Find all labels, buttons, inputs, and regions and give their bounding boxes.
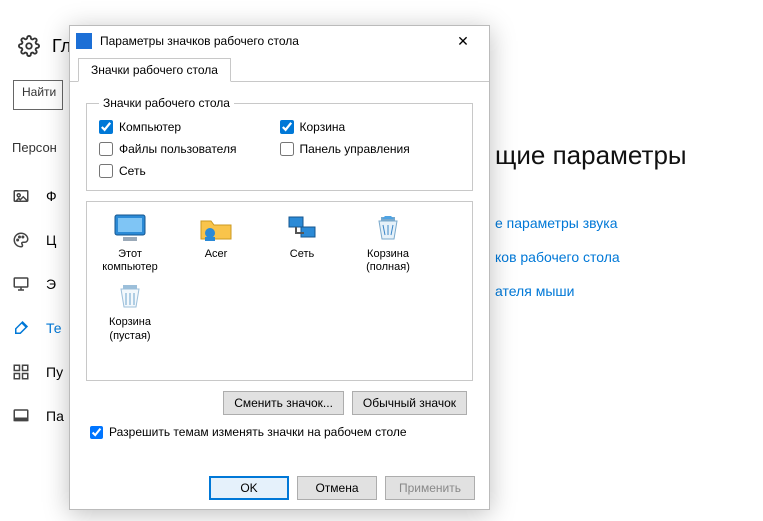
computer-icon	[112, 212, 148, 244]
recycle-full-icon	[370, 212, 406, 244]
checkbox-network-input[interactable]	[99, 164, 113, 178]
checkbox-computer-input[interactable]	[99, 120, 113, 134]
checkbox-label: Корзина	[300, 120, 346, 134]
icon-button-row: Сменить значок... Обычный значок	[86, 391, 473, 415]
cancel-button[interactable]: Отмена	[297, 476, 377, 500]
icon-label: Корзина (полная)	[353, 248, 423, 274]
dialog-icon	[76, 33, 92, 49]
sidebar-item-colors[interactable]: Ц	[12, 229, 64, 251]
sidebar-item-label: Ц	[46, 232, 56, 248]
recycle-empty-icon	[112, 280, 148, 312]
related-heading: щие параметры	[495, 140, 687, 171]
icon-label: Корзина (пустая)	[95, 316, 165, 342]
icon-label: Сеть	[290, 248, 314, 261]
icon-label: Этот компьютер	[95, 248, 165, 274]
related-link-mouse-pointer[interactable]: ателя мыши	[495, 283, 620, 299]
close-icon: ✕	[457, 33, 469, 50]
checkbox-label: Панель управления	[300, 142, 410, 156]
ok-button[interactable]: OK	[209, 476, 289, 500]
allow-themes-label: Разрешить темам изменять значки на рабоч…	[109, 425, 407, 439]
close-button[interactable]: ✕	[443, 27, 483, 55]
checkbox-cpanel-input[interactable]	[280, 142, 294, 156]
sidebar-item-label: Э	[46, 276, 56, 292]
sidebar-item-label: Пу	[46, 364, 63, 380]
sidebar-item-label: Те	[46, 320, 62, 336]
checkbox-label: Компьютер	[119, 120, 181, 134]
related-link-desktop-icons[interactable]: ков рабочего стола	[495, 249, 620, 265]
checkbox-label: Файлы пользователя	[119, 142, 236, 156]
related-links: е параметры звука ков рабочего стола ате…	[495, 215, 620, 299]
sidebar-item-label: Пa	[46, 408, 64, 424]
monitor-icon	[12, 275, 30, 293]
checkbox-computer[interactable]: Компьютер	[99, 120, 280, 134]
icon-acer[interactable]: Acer	[181, 212, 251, 274]
sidebar: Ф Ц Э Те Пу Пa	[12, 185, 64, 427]
gear-icon	[18, 35, 40, 57]
settings-header: Гл	[18, 35, 71, 57]
icon-this-pc[interactable]: Этот компьютер	[95, 212, 165, 274]
settings-search[interactable]: Найти	[13, 80, 63, 110]
checkbox-network[interactable]: Сеть	[99, 164, 280, 178]
dialog-footer: OK Отмена Применить	[70, 467, 489, 509]
sidebar-section-title: Персон	[12, 140, 57, 155]
icon-preview-box: Этот компьютер Acer Сеть Корзина (полная…	[86, 201, 473, 381]
sidebar-item-themes[interactable]: Те	[12, 317, 64, 339]
desktop-icons-group: Значки рабочего стола Компьютер Корзина …	[86, 96, 473, 191]
checkbox-recycle-bin[interactable]: Корзина	[280, 120, 461, 134]
icon-recycle-full[interactable]: Корзина (полная)	[353, 212, 423, 274]
checkbox-userfiles-input[interactable]	[99, 142, 113, 156]
default-icon-button[interactable]: Обычный значок	[352, 391, 467, 415]
brush-icon	[12, 319, 30, 337]
dialog-body: Значки рабочего стола Компьютер Корзина …	[70, 82, 489, 467]
checkbox-control-panel[interactable]: Панель управления	[280, 142, 461, 156]
sidebar-item-taskbar[interactable]: Пa	[12, 405, 64, 427]
checkbox-label: Сеть	[119, 164, 146, 178]
palette-icon	[12, 231, 30, 249]
tab-desktop-icons[interactable]: Значки рабочего стола	[78, 58, 231, 82]
network-icon	[284, 212, 320, 244]
icon-recycle-empty[interactable]: Корзина (пустая)	[95, 280, 165, 342]
folder-user-icon	[198, 212, 234, 244]
allow-themes-input[interactable]	[90, 426, 103, 439]
titlebar: Параметры значков рабочего стола ✕	[70, 26, 489, 56]
checkbox-recycle-input[interactable]	[280, 120, 294, 134]
grid-icon	[12, 363, 30, 381]
tabstrip: Значки рабочего стола	[70, 56, 489, 82]
sidebar-item-start[interactable]: Пу	[12, 361, 64, 383]
icon-label: Acer	[205, 248, 228, 261]
group-legend: Значки рабочего стола	[99, 96, 234, 110]
picture-icon	[12, 187, 30, 205]
allow-themes-checkbox[interactable]: Разрешить темам изменять значки на рабоч…	[86, 425, 473, 439]
desktop-icon-settings-dialog: Параметры значков рабочего стола ✕ Значк…	[69, 25, 490, 510]
sidebar-item-lockscreen[interactable]: Э	[12, 273, 64, 295]
apply-button[interactable]: Применить	[385, 476, 475, 500]
change-icon-button[interactable]: Сменить значок...	[223, 391, 344, 415]
checkbox-user-files[interactable]: Файлы пользователя	[99, 142, 280, 156]
sidebar-item-background[interactable]: Ф	[12, 185, 64, 207]
search-placeholder: Найти	[22, 85, 56, 99]
dialog-title: Параметры значков рабочего стола	[100, 34, 443, 48]
sidebar-item-label: Ф	[46, 188, 57, 204]
related-link-sound[interactable]: е параметры звука	[495, 215, 620, 231]
icon-network[interactable]: Сеть	[267, 212, 337, 274]
taskbar-icon	[12, 407, 30, 425]
